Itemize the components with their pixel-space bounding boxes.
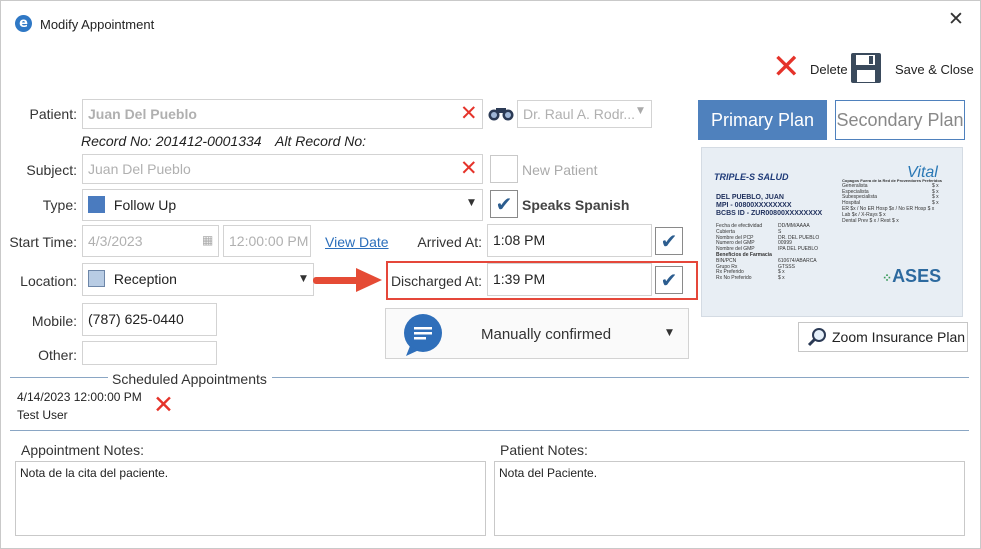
- doctor-value: Dr. Raul A. Rodr...: [523, 106, 636, 122]
- mobile-label: Mobile:: [31, 313, 77, 329]
- subject-label: Subject:: [26, 162, 77, 178]
- checkmark-icon: ✔: [660, 268, 678, 292]
- type-label: Type:: [42, 197, 77, 213]
- arrived-at-label: Arrived At:: [417, 234, 482, 250]
- discharged-at-label: Discharged At:: [390, 273, 482, 289]
- scheduled-datetime: 4/14/2023 12:00:00 PM: [17, 390, 142, 404]
- insurance-card-image: TRIPLE-S SALUD Vital DEL PUEBLO, JUAN MP…: [701, 147, 963, 317]
- delete-button[interactable]: ✕ Delete: [772, 48, 848, 86]
- location-select[interactable]: Reception: [82, 263, 314, 296]
- close-icon[interactable]: ✕: [948, 8, 964, 30]
- annotation-arrow-head: [356, 268, 382, 292]
- start-date-value: 4/3/2023: [88, 233, 143, 249]
- clear-patient-icon[interactable]: ✕: [460, 101, 478, 125]
- speaks-spanish-checkbox[interactable]: ✔: [490, 190, 518, 218]
- confirmation-chevron-down-icon: ▼: [666, 328, 673, 338]
- scheduled-appointments-title: Scheduled Appointments: [112, 371, 267, 387]
- tab-primary-plan[interactable]: Primary Plan: [698, 100, 827, 140]
- card-row: Rx No Preferido $ x: [716, 275, 785, 282]
- zoom-insurance-plan-button[interactable]: Zoom Insurance Plan: [798, 322, 968, 352]
- type-color-swatch: [88, 196, 105, 214]
- type-select[interactable]: Follow Up: [82, 189, 483, 221]
- delete-scheduled-icon[interactable]: ✕: [153, 390, 174, 419]
- card-copay-rows: Copagos Fuera de la Red de Proveedores P…: [842, 178, 960, 224]
- magnifier-icon: [807, 327, 827, 347]
- confirmation-value: Manually confirmed: [481, 326, 612, 343]
- new-patient-label: New Patient: [522, 162, 598, 178]
- scheduled-user: Test User: [17, 408, 68, 422]
- patient-notes-field[interactable]: Nota del Paciente.: [494, 461, 965, 536]
- floppy-disk-icon: [850, 52, 882, 84]
- other-field[interactable]: [82, 341, 217, 365]
- mobile-field[interactable]: (787) 625-0440: [82, 303, 217, 336]
- save-close-label: Save & Close: [895, 62, 974, 77]
- ases-logo: ⁘ASES: [882, 266, 941, 287]
- checkmark-icon: ✔: [495, 192, 513, 216]
- binoculars-icon[interactable]: [488, 105, 514, 121]
- type-chevron-down-icon[interactable]: ▼: [468, 198, 475, 208]
- start-date-field[interactable]: 4/3/2023: [82, 225, 219, 257]
- appointment-notes-label: Appointment Notes:: [21, 442, 144, 458]
- start-time-label: Start Time:: [9, 234, 77, 250]
- ases-logo-text: ASES: [892, 266, 942, 286]
- clear-subject-icon[interactable]: ✕: [460, 156, 478, 180]
- notes-divider: [10, 430, 969, 431]
- tab-secondary-plan[interactable]: Secondary Plan: [835, 100, 965, 140]
- patient-notes-label: Patient Notes:: [500, 442, 588, 458]
- arrived-at-checkbox[interactable]: ✔: [655, 227, 683, 255]
- checkmark-icon: ✔: [660, 229, 678, 253]
- appointment-notes-field[interactable]: Nota de la cita del paciente.: [15, 461, 486, 536]
- start-time-field[interactable]: 12:00:00 PM: [223, 225, 311, 257]
- app-icon: e: [15, 15, 32, 32]
- card-copay-row: Dental Prev $ x / Rest $ x: [842, 217, 899, 224]
- scheduled-appointment-item[interactable]: 4/14/2023 12:00:00 PM Test User: [17, 390, 157, 426]
- location-chevron-down-icon[interactable]: ▼: [300, 274, 307, 284]
- scheduled-divider-left: [10, 377, 108, 378]
- ases-dots-icon: ⁘: [882, 271, 893, 285]
- delete-label: Delete: [810, 62, 848, 77]
- window-title: Modify Appointment: [40, 17, 155, 32]
- location-label: Location:: [20, 273, 77, 289]
- discharged-at-checkbox[interactable]: ✔: [655, 266, 683, 294]
- patient-label: Patient:: [29, 106, 77, 122]
- card-mpi: MPI - 00800XXXXXXXX: [716, 202, 792, 209]
- doctor-select[interactable]: Dr. Raul A. Rodr...: [517, 100, 652, 128]
- triple-s-logo: TRIPLE-S SALUD: [714, 172, 789, 182]
- view-date-link[interactable]: View Date: [325, 234, 389, 250]
- other-label: Other:: [38, 347, 77, 363]
- save-close-button[interactable]: Save & Close: [850, 52, 974, 86]
- triple-s-logo-text: TRIPLE-S SALUD: [714, 172, 789, 182]
- card-member-name: DEL PUEBLO, JUAN: [716, 194, 784, 201]
- delete-icon: ✕: [772, 47, 801, 87]
- card-bcbs-id: BCBS ID - ZUR00800XXXXXXXX: [716, 210, 823, 217]
- zoom-insurance-plan-label: Zoom Insurance Plan: [832, 329, 966, 345]
- location-color-swatch: [88, 270, 105, 288]
- chevron-down-icon[interactable]: ▼: [637, 106, 644, 116]
- new-patient-checkbox[interactable]: [490, 155, 518, 183]
- discharged-at-field[interactable]: 1:39 PM: [487, 263, 652, 296]
- calendar-icon[interactable]: ▦: [202, 233, 213, 247]
- scheduled-divider-right: [272, 377, 969, 378]
- type-value: Follow Up: [113, 197, 177, 213]
- patient-field[interactable]: Juan Del Pueblo: [82, 99, 483, 129]
- speaks-spanish-label: Speaks Spanish: [522, 197, 630, 213]
- arrived-at-field[interactable]: 1:08 PM: [487, 224, 652, 257]
- location-value: Reception: [113, 271, 177, 287]
- confirmation-select[interactable]: Manually confirmed ▼: [385, 308, 689, 359]
- subject-field[interactable]: Juan Del Pueblo: [82, 154, 483, 184]
- alt-record-number: Alt Record No:: [275, 133, 367, 149]
- chat-bubble-icon: [402, 313, 444, 357]
- record-number: Record No: 201412-0001334: [81, 133, 262, 149]
- card-member-info: DEL PUEBLO, JUAN MPI - 00800XXXXXXXX BCB…: [716, 194, 822, 218]
- card-benefit-rows: Fecha de efectividad DD/MM/AAAA Cubierta S…: [716, 223, 848, 282]
